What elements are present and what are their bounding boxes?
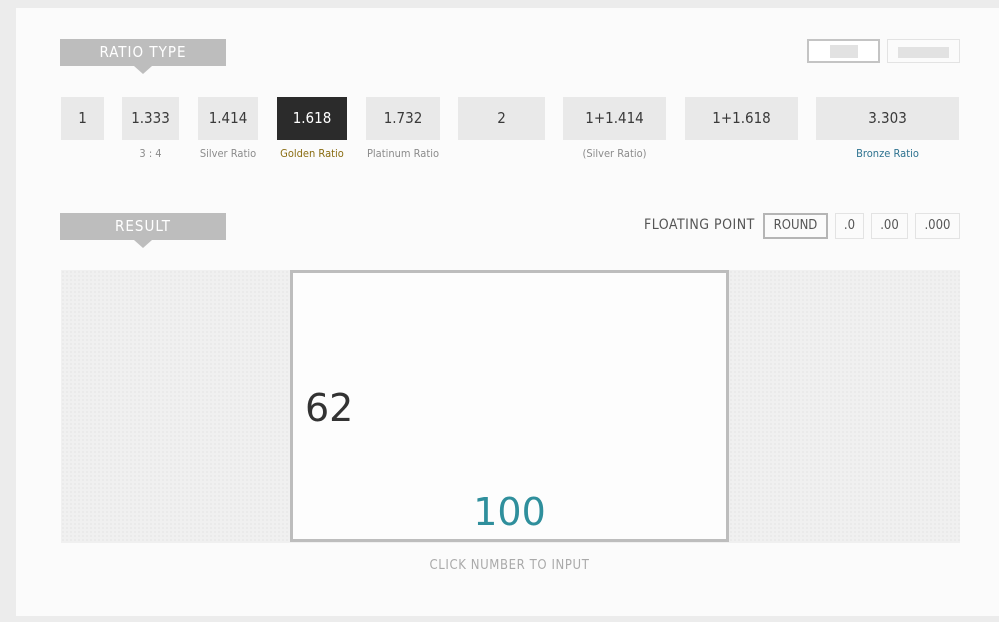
ratio-option-1-333[interactable]: 1.333: [122, 97, 179, 140]
ratio-rectangle: 62 100: [290, 270, 729, 542]
precision-2-button[interactable]: .00: [871, 213, 908, 239]
ratio-option-1-618[interactable]: 1.618: [277, 97, 347, 140]
input-hint: CLICK NUMBER TO INPUT: [429, 558, 590, 573]
ratio-caption-3-4: 3 : 4: [139, 147, 162, 160]
bar-view-toggle[interactable]: [887, 39, 960, 63]
ratio-option-1-414[interactable]: 1.414: [198, 97, 258, 140]
ratio-caption-silver: Silver Ratio: [199, 147, 257, 160]
ratio-option-2[interactable]: 2: [458, 97, 545, 140]
precision-1-button[interactable]: .0: [835, 213, 864, 239]
ratio-option-1-732[interactable]: 1.732: [366, 97, 440, 140]
precision-3-button[interactable]: .000: [915, 213, 960, 239]
rectangle-view-toggle[interactable]: [807, 39, 880, 63]
ratio-option-1[interactable]: 1: [61, 97, 104, 140]
ratio-type-heading: RATIO TYPE: [60, 39, 226, 74]
rectangle-view-icon: [830, 45, 858, 58]
precision-round-button[interactable]: ROUND: [763, 213, 828, 239]
bar-view-icon: [898, 47, 949, 58]
result-heading: RESULT: [60, 213, 226, 248]
ratio-caption-silver-paren: (Silver Ratio): [582, 147, 647, 160]
ratio-option-1-plus-1-618[interactable]: 1+1.618: [685, 97, 798, 140]
ratio-caption-bronze: Bronze Ratio: [856, 147, 919, 160]
ratio-option-3-303[interactable]: 3.303: [816, 97, 959, 140]
ratio-option-1-plus-1-414[interactable]: 1+1.414: [563, 97, 666, 140]
ratio-caption-golden: Golden Ratio: [280, 147, 344, 160]
width-value[interactable]: 100: [293, 490, 726, 534]
floating-point-label: FLOATING POINT: [644, 217, 755, 233]
ratio-caption-platinum: Platinum Ratio: [366, 147, 440, 160]
height-value[interactable]: 62: [305, 386, 353, 430]
ratio-calculator-page: RATIO TYPE 1 1.333 1.414 1.618 1.732 2 1…: [16, 8, 999, 616]
